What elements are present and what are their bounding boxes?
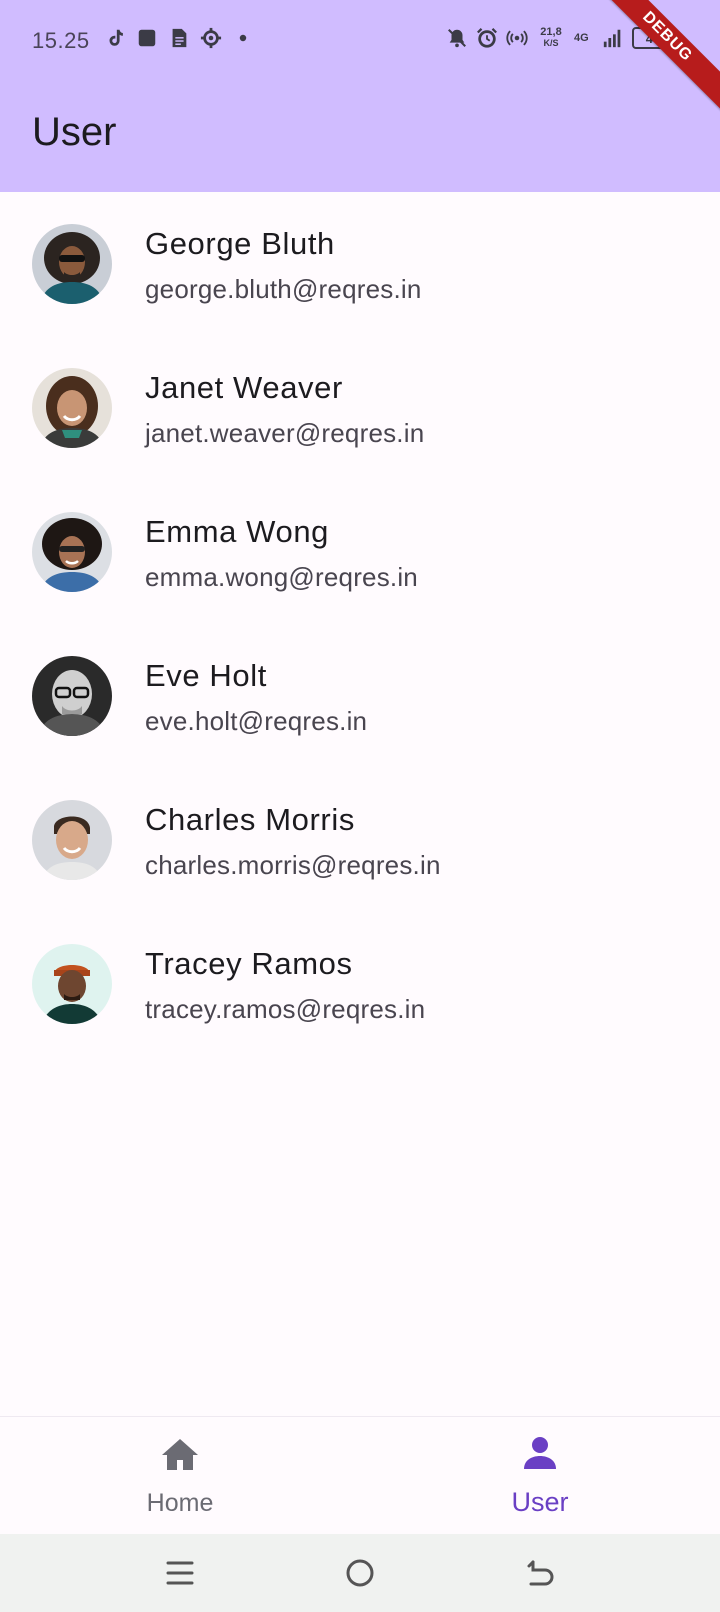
list-item[interactable]: Eve Holt eve.holt@reqres.in — [0, 624, 720, 768]
user-email: emma.wong@reqres.in — [145, 562, 418, 592]
user-name: Charles Morris — [145, 802, 355, 837]
network-speed: 21,8 K/S — [536, 27, 566, 49]
tiktok-icon — [104, 26, 126, 50]
avatar — [32, 224, 112, 304]
user-name: Janet Weaver — [145, 370, 343, 405]
list-item[interactable]: Janet Weaver janet.weaver@reqres.in — [0, 336, 720, 480]
alarm-icon — [476, 26, 498, 50]
user-email: charles.morris@reqres.in — [145, 850, 441, 880]
bell-off-icon — [446, 26, 468, 50]
square-app-icon — [136, 26, 158, 50]
avatar — [32, 368, 112, 448]
document-icon — [168, 26, 190, 50]
header-area: 15.25 21,8 K/S 4G DEBUG User — [0, 0, 720, 192]
user-email: tracey.ramos@reqres.in — [145, 994, 426, 1024]
home-button[interactable] — [343, 1556, 377, 1590]
list-item[interactable]: George Bluth george.bluth@reqres.in — [0, 192, 720, 336]
list-item[interactable]: Emma Wong emma.wong@reqres.in — [0, 480, 720, 624]
avatar — [32, 944, 112, 1024]
status-bar: 15.25 21,8 K/S 4G — [0, 0, 720, 82]
notification-icons — [104, 26, 254, 50]
avatar — [32, 656, 112, 736]
nav-label-user: User — [511, 1487, 569, 1517]
user-name: Emma Wong — [145, 514, 329, 549]
settings-gear-icon — [200, 26, 222, 50]
user-list: George Bluth george.bluth@reqres.in Jane… — [0, 192, 720, 1056]
user-name: George Bluth — [145, 226, 335, 261]
system-status-icons: 21,8 K/S 4G 44 — [446, 26, 674, 50]
recent-apps-button[interactable] — [163, 1556, 197, 1590]
list-item[interactable]: Tracey Ramos tracey.ramos@reqres.in — [0, 912, 720, 1056]
system-navigation-bar — [0, 1534, 720, 1612]
home-icon — [160, 1435, 200, 1475]
status-time: 15.25 — [32, 28, 90, 53]
user-name: Tracey Ramos — [145, 946, 353, 981]
user-name: Eve Holt — [145, 658, 267, 693]
network-type: 4G — [574, 31, 589, 44]
hotspot-icon — [506, 26, 528, 50]
bottom-navigation-bar: Home User — [0, 1416, 720, 1534]
nav-label-home: Home — [146, 1489, 214, 1517]
network-speed-unit: K/S — [543, 38, 559, 48]
page-title: User — [32, 110, 117, 154]
person-icon — [520, 1433, 560, 1473]
nav-item-user[interactable]: User — [360, 1417, 720, 1535]
user-email: george.bluth@reqres.in — [145, 274, 422, 304]
nav-item-home[interactable]: Home — [0, 1417, 360, 1535]
more-dot-icon — [232, 26, 254, 50]
user-email: janet.weaver@reqres.in — [145, 418, 425, 448]
list-item[interactable]: Charles Morris charles.morris@reqres.in — [0, 768, 720, 912]
avatar — [32, 512, 112, 592]
user-email: eve.holt@reqres.in — [145, 706, 368, 736]
signal-icon — [602, 26, 624, 50]
app-screen: 15.25 21,8 K/S 4G DEBUG User George Blut… — [0, 0, 720, 1612]
network-speed-value: 21,8 — [540, 26, 562, 38]
back-button[interactable] — [523, 1556, 557, 1590]
avatar — [32, 800, 112, 880]
